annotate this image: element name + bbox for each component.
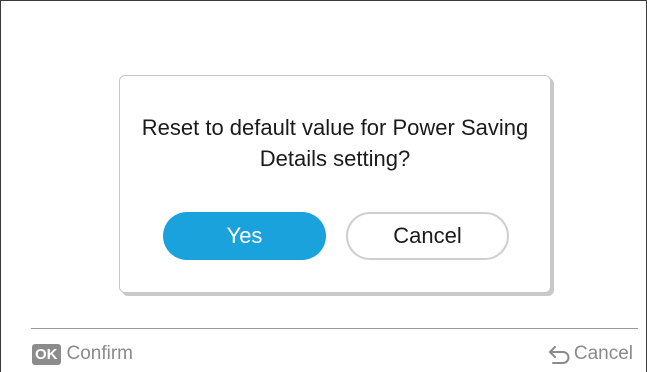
- return-arrow-icon: [546, 343, 572, 365]
- confirm-label: Confirm: [66, 343, 134, 364]
- footer-confirm-hint[interactable]: OK Confirm: [32, 342, 133, 366]
- footer-divider: [31, 328, 638, 329]
- ok-key-badge: OK: [32, 343, 61, 365]
- screen: Reset to default value for Power Saving …: [0, 0, 647, 372]
- yes-button[interactable]: Yes: [163, 212, 326, 260]
- cancel-button[interactable]: Cancel: [346, 212, 509, 260]
- cancel-label: Cancel: [573, 343, 633, 364]
- confirm-dialog: Reset to default value for Power Saving …: [119, 75, 551, 293]
- dialog-message: Reset to default value for Power Saving …: [141, 115, 529, 171]
- footer-cancel-hint[interactable]: Cancel: [546, 342, 633, 366]
